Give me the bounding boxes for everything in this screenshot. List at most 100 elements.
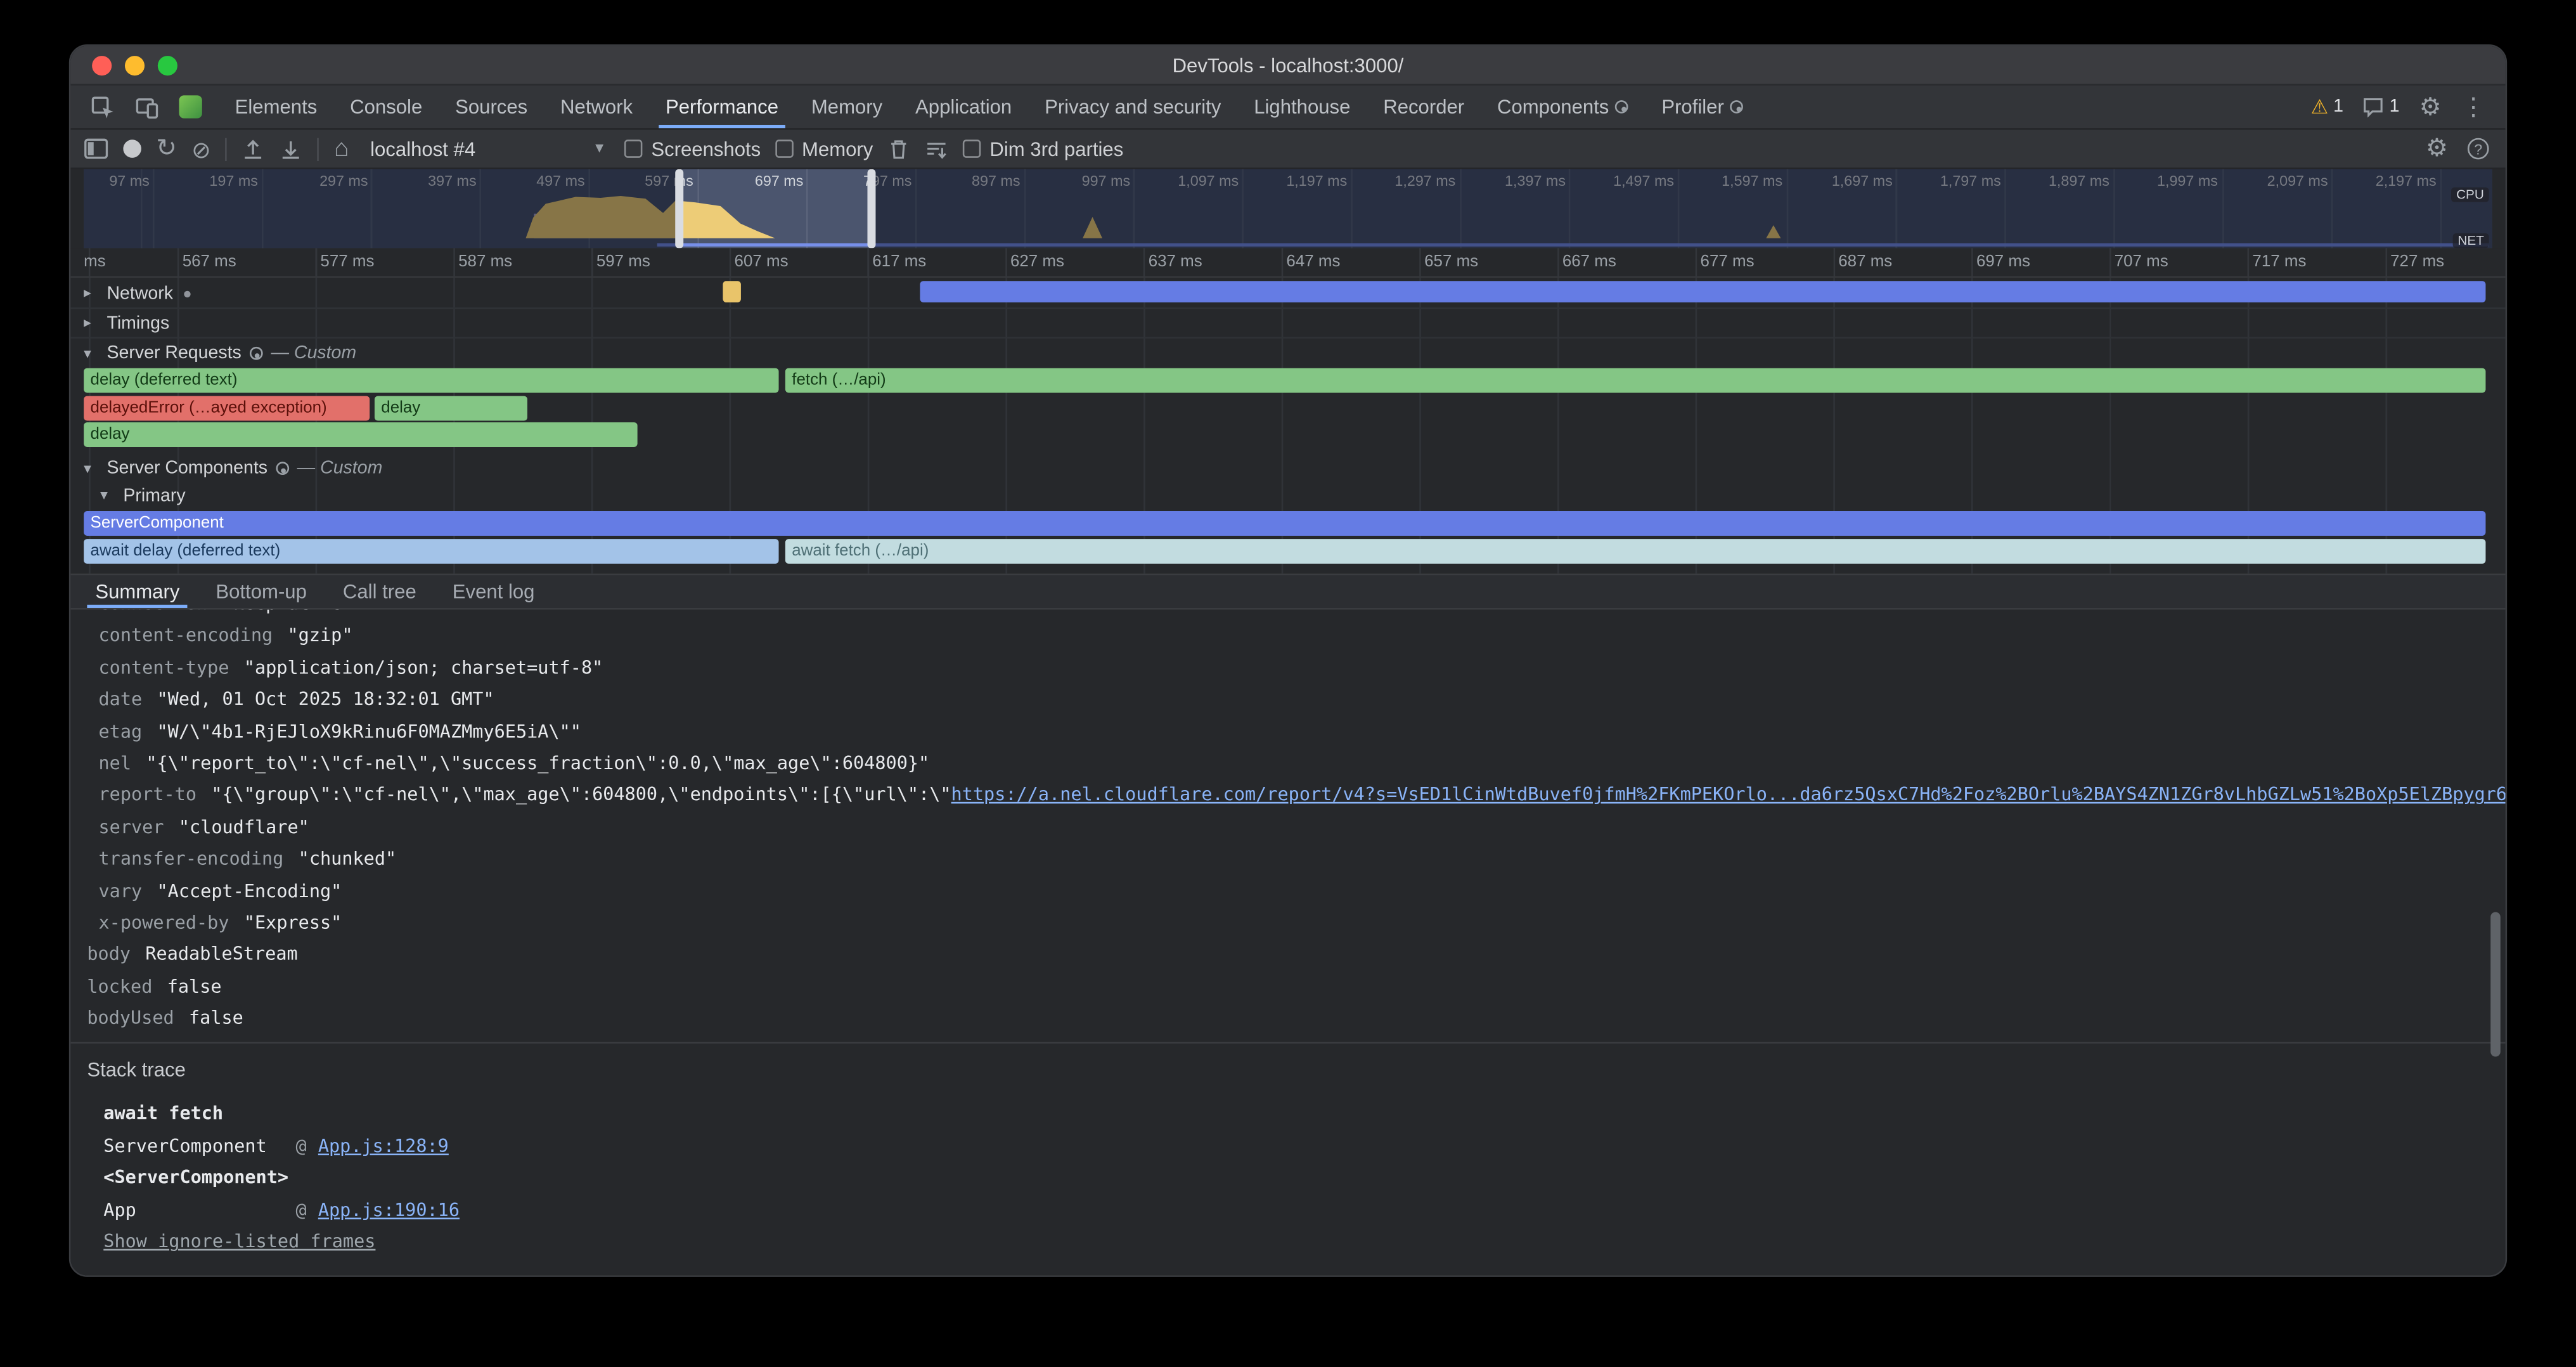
- tab-sources[interactable]: Sources: [439, 86, 544, 128]
- record-button[interactable]: [123, 139, 141, 158]
- capture-settings-gear-icon[interactable]: ⚙: [2426, 136, 2448, 161]
- tab-memory[interactable]: Memory: [795, 86, 899, 128]
- overview-selection-window[interactable]: [678, 169, 870, 248]
- tab-recorder[interactable]: Recorder: [1367, 86, 1481, 128]
- ruler-label: 587 ms: [458, 253, 512, 271]
- span-delay[interactable]: delay: [84, 422, 637, 447]
- tab-console[interactable]: Console: [333, 86, 439, 128]
- track-timings[interactable]: ▸ Timings: [70, 309, 2505, 337]
- disclosure-triangle-icon[interactable]: ▸: [84, 314, 98, 332]
- save-profile-icon[interactable]: [280, 137, 302, 160]
- react-atom-icon: [1730, 100, 1744, 113]
- span-delay[interactable]: delay: [375, 396, 527, 421]
- tab-summary[interactable]: Summary: [80, 575, 195, 608]
- tab-call-tree[interactable]: Call tree: [328, 575, 431, 608]
- tab-event-log[interactable]: Event log: [437, 575, 549, 608]
- close-button[interactable]: [92, 56, 112, 75]
- network-request-bar[interactable]: [723, 281, 741, 302]
- screenshots-checkbox[interactable]: Screenshots: [625, 137, 761, 160]
- tab-privacy-and-security[interactable]: Privacy and security: [1028, 86, 1237, 128]
- summary-pane[interactable]: connection"keep-alive" content-encoding"…: [70, 610, 2505, 1276]
- cpu-lane-label: CPU: [2451, 187, 2489, 202]
- dim-3rd-parties-checkbox[interactable]: Dim 3rd parties: [963, 137, 1123, 160]
- disclosure-triangle-icon[interactable]: ▾: [100, 486, 115, 505]
- tab-components[interactable]: Components: [1481, 86, 1645, 128]
- memory-checkbox[interactable]: Memory: [776, 137, 873, 160]
- collect-garbage-icon[interactable]: [888, 137, 911, 160]
- help-icon[interactable]: ?: [2468, 138, 2489, 160]
- tab-application[interactable]: Application: [899, 86, 1028, 128]
- span-fetch-api[interactable]: fetch (…/api): [785, 368, 2486, 393]
- device-toolbar-icon[interactable]: [135, 94, 160, 119]
- track-server-requests-header[interactable]: ▾ Server Requests — Custom: [70, 340, 2505, 366]
- network-throttle-icon[interactable]: [925, 137, 948, 160]
- source-location-link[interactable]: App.js:190:16: [318, 1195, 460, 1227]
- tab-label: Event log: [453, 580, 535, 603]
- custom-track-tag: — Custom: [271, 344, 356, 363]
- track-config-dot[interactable]: [184, 290, 191, 296]
- track-server-components-header[interactable]: ▾ Server Components — Custom: [70, 455, 2505, 481]
- summary-scrollbar-thumb[interactable]: [2490, 912, 2501, 1056]
- ruler-label: 717 ms: [2252, 253, 2306, 271]
- minimize-button[interactable]: [125, 56, 145, 75]
- warnings-badge[interactable]: ⚠1: [2310, 95, 2343, 118]
- track-label: Primary: [123, 486, 185, 505]
- tab-label: Lighthouse: [1254, 95, 1350, 118]
- network-request-bar[interactable]: [920, 281, 2485, 302]
- span-delayed-error[interactable]: delayedError (…ayed exception): [84, 396, 370, 421]
- tab-performance[interactable]: Performance: [649, 86, 795, 128]
- header-row: content-encoding"gzip": [70, 620, 2505, 652]
- tab-lighthouse[interactable]: Lighthouse: [1237, 86, 1367, 128]
- selection-handle-right[interactable]: [867, 169, 875, 248]
- report-url-link[interactable]: https://a.nel.cloudflare.com/report/v4?s…: [951, 784, 2506, 806]
- toggle-sidebar-icon[interactable]: [84, 138, 108, 160]
- history-dropdown[interactable]: localhost #4 ▾: [364, 137, 610, 160]
- span-await-fetch[interactable]: await fetch (…/api): [785, 539, 2486, 564]
- disclosure-triangle-icon[interactable]: ▾: [84, 459, 98, 477]
- track-group-primary[interactable]: ▾ Primary: [70, 483, 2505, 508]
- issues-count: 1: [2390, 97, 2400, 117]
- overview-strip[interactable]: 97 ms 197 ms 297 ms 397 ms 497 ms 597 ms…: [84, 169, 2492, 248]
- clear-icon[interactable]: ⊘: [191, 137, 210, 160]
- extension-icon[interactable]: [179, 95, 202, 118]
- track-label: Server Requests: [106, 344, 241, 363]
- issues-badge[interactable]: 1: [2363, 96, 2399, 118]
- inspect-icon[interactable]: [91, 94, 115, 119]
- tab-elements[interactable]: Elements: [219, 86, 334, 128]
- stack-event-text: await fetch: [103, 1099, 223, 1131]
- disclosure-triangle-icon[interactable]: ▸: [84, 284, 98, 302]
- zoom-button[interactable]: [158, 56, 177, 75]
- settings-gear-icon[interactable]: ⚙: [2419, 94, 2442, 119]
- reload-record-icon[interactable]: ↻: [156, 136, 177, 161]
- header-name: etag: [99, 721, 143, 742]
- tab-bottom-up[interactable]: Bottom-up: [201, 575, 321, 608]
- show-ignore-listed-frames-link[interactable]: Show ignore-listed frames: [103, 1232, 375, 1254]
- header-value: "Express": [244, 912, 342, 933]
- tab-label: Elements: [235, 95, 318, 118]
- load-profile-icon[interactable]: [242, 137, 265, 160]
- ruler-label: 697 ms: [1976, 253, 2030, 271]
- timeline-overview: 97 ms 197 ms 297 ms 397 ms 497 ms 597 ms…: [70, 169, 2505, 248]
- stack-function-name: ServerComponent: [103, 1131, 295, 1163]
- span-delay-deferred-text[interactable]: delay (deferred text): [84, 368, 778, 393]
- timeline-ruler[interactable]: ms 567 ms 577 ms 587 ms 597 ms 607 ms 61…: [70, 248, 2505, 278]
- span-await-delay[interactable]: await delay (deferred text): [84, 539, 778, 564]
- selection-handle-left[interactable]: [675, 169, 683, 248]
- track-label: Network: [106, 283, 173, 303]
- span-server-component[interactable]: ServerComponent: [84, 511, 2485, 536]
- disclosure-triangle-icon[interactable]: ▾: [84, 344, 98, 363]
- titlebar[interactable]: DevTools - localhost:3000/: [70, 46, 2505, 86]
- stack-event-text: <ServerComponent>: [103, 1163, 288, 1195]
- property-row: lockedfalse: [70, 971, 2505, 1002]
- source-location-link[interactable]: App.js:128:9: [318, 1131, 449, 1163]
- header-value: "gzip": [287, 625, 352, 647]
- kebab-menu-icon[interactable]: ⋮: [2461, 94, 2486, 119]
- tab-profiler[interactable]: Profiler: [1645, 86, 1760, 128]
- ruler-label: 707 ms: [2115, 253, 2168, 271]
- live-metrics-home-icon[interactable]: ⌂: [334, 136, 349, 161]
- net-lane-label: NET: [2453, 233, 2489, 248]
- tab-network[interactable]: Network: [544, 86, 649, 128]
- tab-label: Performance: [666, 95, 778, 118]
- tab-label: Console: [350, 95, 422, 118]
- header-row: content-type"application/json; charset=u…: [70, 652, 2505, 684]
